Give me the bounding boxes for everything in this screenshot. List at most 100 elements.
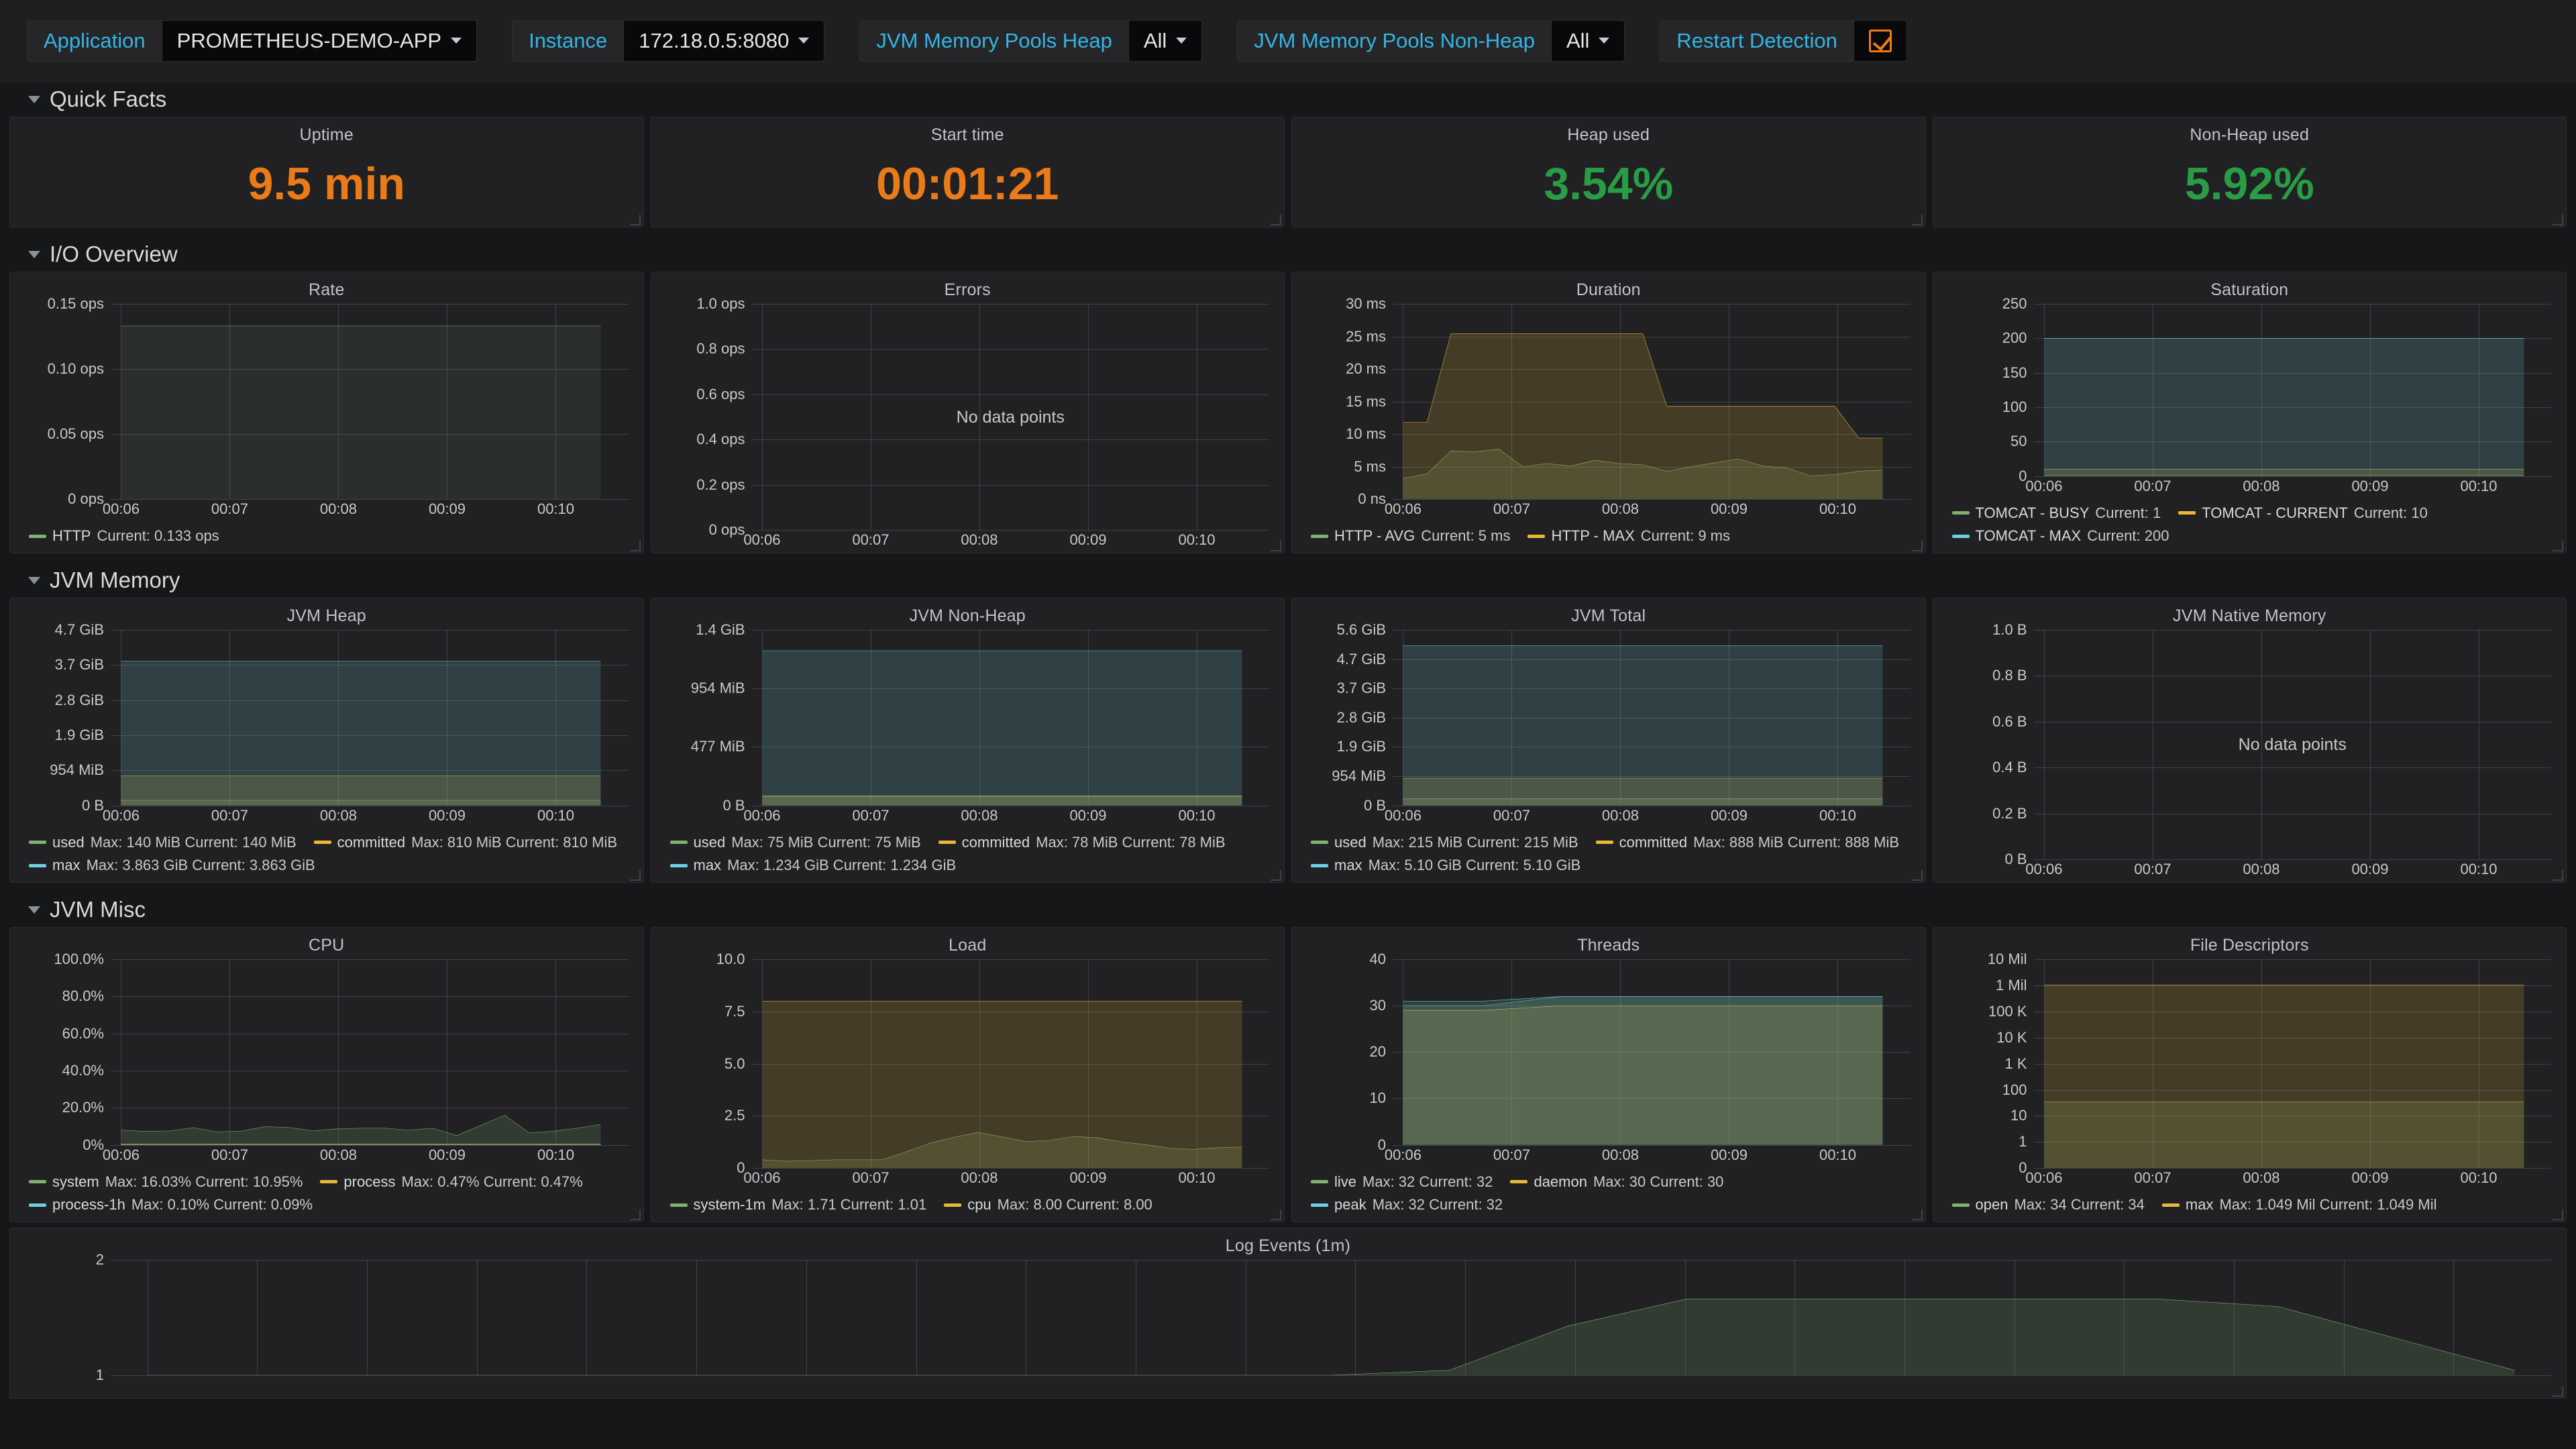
resize-handle[interactable] [1271,870,1281,881]
series-area [761,651,1242,806]
resize-handle[interactable] [1271,215,1281,225]
graph-panel-threads[interactable]: Threads 0 10 20 30 40 00:06 00:07 00:08 00:09 00:1… [1291,927,1926,1222]
template-variable-jvm-memory-pools-non-heap: JVM Memory Pools Non-Heap All [1237,19,1625,62]
y-axis-tick: 20 ms [1346,360,1386,378]
plot-area: 0 2.5 5.0 7.5 10.0 00:06 00:07 00:08 00:09 00:10 [651,951,1269,1191]
legend-item[interactable]: TOMCAT - BUSY Current: 1 [1951,503,2161,523]
y-axis-tick: 5.6 GiB [1336,621,1386,638]
row-header-quick-facts[interactable]: Quick Facts [0,82,2576,117]
variable-label[interactable]: JVM Memory Pools Heap [859,19,1128,62]
graph-panel-jvm-non-heap[interactable]: JVM Non-Heap 0 B 477 MiB 954 MiB 1.4 GiB 00:0… [650,598,1285,883]
x-axis-tick: 00:09 [1069,531,1107,548]
y-axis-tick: 1 [2019,1133,2027,1150]
x-axis-tick: 00:09 [1069,1169,1107,1187]
graph-panel-file-descriptors[interactable]: File Descriptors 0 1 10 100 1 K 10 K 100 K1 Mil… [1932,927,2567,1222]
graph-panel-duration[interactable]: Duration 0 ns 5 ms 10 ms 15 ms 20 ms 25 ms 30 m… [1291,272,1926,553]
legend-item[interactable]: cpu Max: 8.00 Current: 8.00 [944,1195,1152,1215]
y-axis-tick: 1.9 GiB [1336,738,1386,755]
y-axis-tick: 0 B [81,796,104,814]
legend-item[interactable]: HTTP - MAX Current: 9 ms [1527,526,1730,546]
legend-item[interactable]: committed Max: 78 MiB Current: 78 MiB [938,833,1226,853]
resize-handle[interactable] [2553,541,2563,551]
legend-item[interactable]: peak Max: 32 Current: 32 [1311,1195,1503,1215]
plot-area: 0 10 20 30 40 00:06 00:07 00:08 00:09 00:10 [1292,951,1911,1168]
variable-label[interactable]: Instance [512,19,624,62]
x-axis-tick: 00:10 [1819,500,1857,518]
resize-handle[interactable] [1271,1210,1281,1220]
graph-panel-cpu[interactable]: CPU 0% 20.0% 40.0% 60.0% 80.0% 100.0% 00:06 00:0… [9,927,644,1222]
x-axis-tick: 00:08 [1601,806,1639,824]
chart-legend: used Max: 140 MiB Current: 140 MiB committ… [10,828,643,882]
chart-legend: open Max: 34 Current: 34 max Max: 1.049 Mil… [1933,1191,2567,1222]
row-header-jvm-memory[interactable]: JVM Memory [0,563,2576,598]
legend-item[interactable]: TOMCAT - MAX Current: 200 [1951,526,2169,546]
stat-panel-start-time[interactable]: Start time 00:01:21 [650,117,1285,227]
graph-panel-jvm-native-memory[interactable]: JVM Native Memory 0 B 0.2 B 0.4 B 0.6 B 0.8 B… [1932,598,2567,883]
legend-item[interactable]: HTTP Current: 0.133 ops [29,526,219,546]
legend-item[interactable]: used Max: 140 MiB Current: 140 MiB [29,833,297,853]
variable-label[interactable]: JVM Memory Pools Non-Heap [1237,19,1551,62]
resize-handle[interactable] [2553,215,2563,225]
variable-label[interactable]: Restart Detection [1660,19,1854,62]
variable-label[interactable]: Application [27,19,162,62]
resize-handle[interactable] [629,541,641,551]
resize-handle[interactable] [629,870,641,881]
series-svg [121,304,629,500]
panel-title: Non-Heap used [2190,125,2310,144]
graph-panel-saturation[interactable]: Saturation 0 50 100 150 200 250 00:06 00:07 00:08… [1932,272,2567,553]
legend-item[interactable]: system-1m Max: 1.71 Current: 1.01 [669,1195,926,1215]
graph-panel-jvm-heap[interactable]: JVM Heap 0 B 954 MiB 1.9 GiB 2.8 GiB 3.7 GiB 4… [9,598,644,883]
legend-item[interactable]: process Max: 0.47% Current: 0.47% [320,1172,583,1192]
row-header-jvm-misc[interactable]: JVM Misc [0,892,2576,927]
resize-handle[interactable] [2553,1386,2563,1397]
legend-item[interactable]: used Max: 215 MiB Current: 215 MiB [1311,833,1578,853]
legend-item[interactable]: used Max: 75 MiB Current: 75 MiB [669,833,921,853]
legend-series-name: open [1975,1196,2008,1214]
stat-panel-heap-used[interactable]: Heap used 3.54% [1291,117,1926,227]
resize-handle[interactable] [629,215,641,225]
graph-panel-jvm-total[interactable]: JVM Total 0 B 954 MiB 1.9 GiB 2.8 GiB 3.7 GiB… [1291,598,1926,883]
chevron-down-icon [451,38,462,44]
legend-item[interactable]: max Max: 1.234 GiB Current: 1.234 GiB [669,855,956,875]
graph-panel-log-events[interactable]: Log Events (1m) 1 2 [9,1228,2567,1399]
restart-detection-checkbox[interactable] [1853,19,1907,62]
legend-item[interactable]: committed Max: 810 MiB Current: 810 MiB [313,833,617,853]
legend-item[interactable]: HTTP - AVG Current: 5 ms [1311,526,1510,546]
graph-panel-errors[interactable]: Errors 0 ops 0.2 ops 0.4 ops 0.6 ops 0.8 ops 1… [650,272,1285,553]
variable-value-dropdown[interactable]: 172.18.0.5:8080 [623,19,825,62]
legend-item[interactable]: max Max: 1.049 Mil Current: 1.049 Mil [2161,1195,2436,1215]
x-axis-tick: 00:06 [1384,1146,1421,1163]
legend-series-name: used [693,833,726,851]
resize-handle[interactable] [1911,215,1923,225]
graph-panel-load[interactable]: Load 0 2.5 5.0 7.5 10.0 00:06 00:07 00:08 00:09 00… [650,927,1285,1222]
resize-handle[interactable] [1911,1210,1923,1220]
legend-series-name: system [52,1173,99,1190]
stat-panel-uptime[interactable]: Uptime 9.5 min [9,117,644,227]
resize-handle[interactable] [2553,870,2563,881]
variable-value-dropdown[interactable]: PROMETHEUS-DEMO-APP [161,19,478,62]
legend-item[interactable]: system Max: 16.03% Current: 10.95% [29,1172,303,1192]
stat-panel-non-heap-used[interactable]: Non-Heap used 5.92% [1932,117,2567,227]
legend-item[interactable]: process-1h Max: 0.10% Current: 0.09% [29,1195,313,1215]
resize-handle[interactable] [2553,1210,2563,1220]
plot-area: 0 B 0.2 B 0.4 B 0.6 B 0.8 B 1.0 B No data poin… [1933,621,2551,882]
variable-value-dropdown[interactable]: All [1550,19,1625,62]
variable-value-dropdown[interactable]: All [1128,19,1203,62]
resize-handle[interactable] [1911,541,1923,551]
panel-title: Saturation [2210,280,2289,299]
legend-item[interactable]: open Max: 34 Current: 34 [1951,1195,2145,1215]
resize-handle[interactable] [1271,541,1281,551]
legend-item[interactable]: live Max: 32 Current: 32 [1311,1172,1493,1192]
resize-handle[interactable] [1911,870,1923,881]
gridline-horizontal [751,484,1269,486]
resize-handle[interactable] [629,1210,641,1220]
legend-item[interactable]: TOMCAT - CURRENT Current: 10 [2178,503,2428,523]
y-axis-tick: 2.8 GiB [1336,708,1386,726]
graph-panel-rate[interactable]: Rate 0 ops 0.05 ops 0.10 ops 0.15 ops 00:06 00… [9,272,644,553]
legend-item[interactable]: max Max: 3.863 GiB Current: 3.863 GiB [29,855,315,875]
legend-item[interactable]: committed Max: 888 MiB Current: 888 MiB [1595,833,1899,853]
row-header-i-o-overview[interactable]: I/O Overview [0,237,2576,272]
legend-item[interactable]: daemon Max: 30 Current: 30 [1510,1172,1723,1192]
y-axis-tick: 10 [1369,1089,1386,1107]
legend-item[interactable]: max Max: 5.10 GiB Current: 5.10 GiB [1311,855,1580,875]
